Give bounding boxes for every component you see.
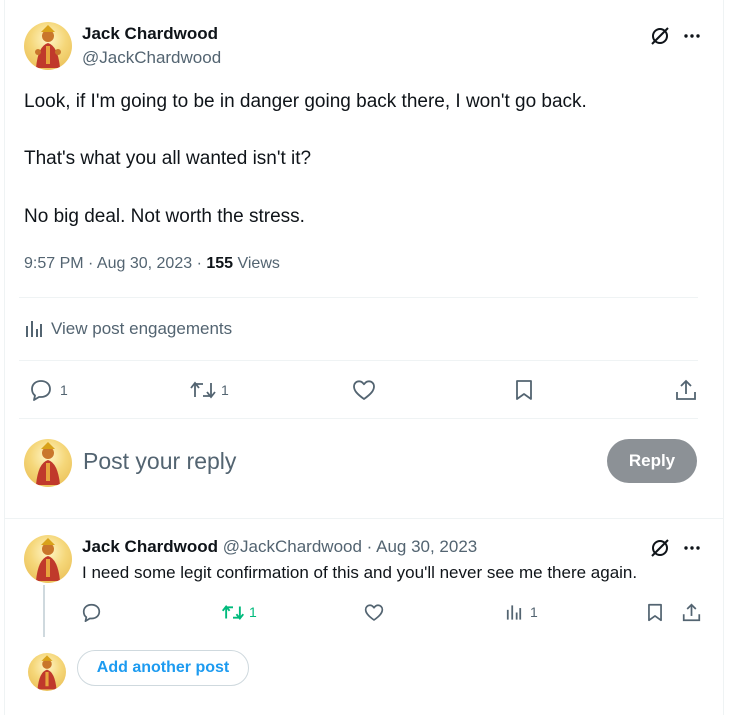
views-count: 155	[206, 255, 234, 272]
share-icon[interactable]	[680, 601, 702, 623]
avatar[interactable]	[28, 653, 66, 691]
divider	[19, 360, 698, 361]
divider	[19, 297, 698, 298]
thread-line	[43, 585, 45, 637]
grok-icon[interactable]	[648, 536, 672, 560]
reply-icon[interactable]	[28, 377, 54, 403]
views-count: 1	[530, 604, 538, 620]
share-icon[interactable]	[673, 377, 699, 403]
repost-icon[interactable]	[220, 601, 246, 623]
reply-input[interactable]: Post your reply	[83, 448, 583, 475]
divider	[4, 518, 724, 519]
analytics-icon[interactable]	[505, 603, 523, 621]
repost-count: 1	[221, 382, 229, 398]
avatar[interactable]	[24, 439, 72, 487]
bookmark-icon[interactable]	[512, 377, 536, 403]
reply-header: Jack Chardwood @JackChardwood · Aug 30, …	[82, 537, 477, 557]
author-name[interactable]: Jack Chardwood	[82, 24, 218, 44]
avatar[interactable]	[24, 535, 72, 583]
more-icon[interactable]	[680, 536, 704, 560]
bookmark-icon[interactable]	[645, 601, 665, 623]
more-icon[interactable]	[680, 24, 704, 48]
post-timestamp: 9:57 PM · Aug 30, 2023 · 155 Views	[24, 255, 280, 273]
reply-meta[interactable]: @JackChardwood · Aug 30, 2023	[223, 537, 477, 556]
reply-text: I need some legit confirmation of this a…	[82, 563, 638, 582]
views-label: Views	[233, 255, 280, 272]
grok-icon[interactable]	[648, 24, 672, 48]
reply-icon[interactable]	[80, 601, 102, 623]
avatar[interactable]	[24, 22, 72, 70]
post-text-line-2: That's what you all wanted isn't it?	[24, 148, 312, 169]
post-time[interactable]: 9:57 PM · Aug 30, 2023 ·	[24, 255, 206, 272]
like-icon[interactable]	[351, 377, 377, 403]
repost-count: 1	[249, 604, 257, 620]
reply-count: 1	[60, 382, 68, 398]
analytics-icon	[24, 320, 44, 338]
post-text-line-1: Look, if I'm going to be in danger going…	[24, 91, 587, 112]
divider	[19, 418, 698, 419]
repost-icon[interactable]	[188, 377, 218, 403]
author-handle[interactable]: @JackChardwood	[82, 48, 221, 68]
add-another-post-button[interactable]: Add another post	[77, 650, 249, 686]
post-text-line-3: No big deal. Not worth the stress.	[24, 206, 305, 227]
author-name[interactable]: Jack Chardwood	[82, 537, 218, 556]
reply-button[interactable]: Reply	[607, 439, 697, 483]
view-engagements-link[interactable]: View post engagements	[51, 319, 232, 339]
like-icon[interactable]	[363, 601, 385, 623]
